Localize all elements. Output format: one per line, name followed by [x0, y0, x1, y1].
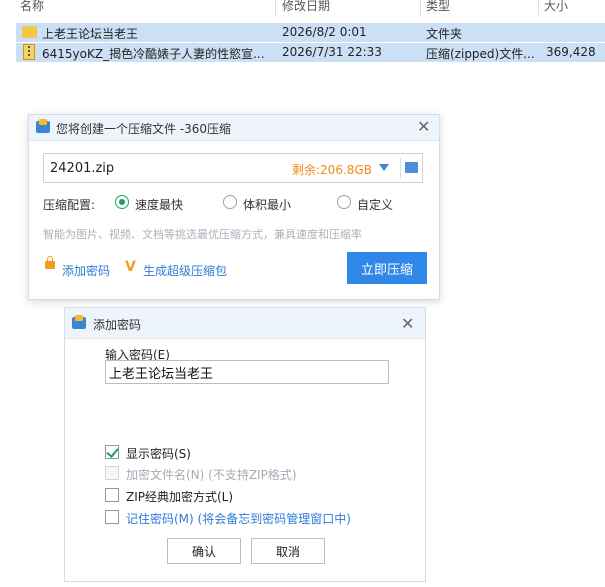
- ok-button[interactable]: 确认: [167, 538, 241, 564]
- zip-classic-encryption-checkbox[interactable]: [105, 488, 119, 502]
- file-list-header: 名称 修改日期 类型 大小: [0, 0, 605, 15]
- file-type: 压缩(zipped)文件...: [426, 47, 535, 61]
- file-modified: 2026/8/2 0:01: [282, 25, 367, 39]
- column-divider[interactable]: [275, 0, 276, 15]
- file-name: 上老王论坛当老王: [42, 27, 139, 41]
- radio-smallest[interactable]: [223, 195, 237, 209]
- encrypt-filenames-label: 加密文件名(N) (不支持ZIP格式): [126, 468, 297, 482]
- cancel-button[interactable]: 取消: [251, 538, 325, 564]
- folder-icon: [22, 26, 37, 38]
- encrypt-filenames-checkbox: [105, 466, 119, 480]
- radio-smallest-label[interactable]: 体积最小: [243, 196, 291, 213]
- dialog-title-bar[interactable]: 添加密码 ✕: [65, 308, 425, 339]
- file-row-zip[interactable]: 6415yoKZ_揭色冷酷婊子人妻的性慾宣... 2026/7/31 22:33…: [16, 43, 605, 62]
- column-type[interactable]: 类型: [426, 0, 450, 15]
- disk-space-remaining: 剩余:206.8GB: [292, 163, 372, 177]
- lock-icon[interactable]: [45, 256, 55, 269]
- file-name: 6415yoKZ_揭色冷酷婊子人妻的性慾宣...: [42, 47, 265, 61]
- radio-fastest[interactable]: [115, 195, 129, 209]
- radio-custom-label[interactable]: 自定义: [357, 196, 393, 213]
- file-row-folder[interactable]: 上老王论坛当老王 2026/8/2 0:01 文件夹: [16, 23, 605, 42]
- divider: [400, 158, 401, 179]
- column-divider[interactable]: [538, 0, 539, 15]
- column-size[interactable]: 大小: [544, 0, 568, 15]
- column-divider[interactable]: [420, 0, 421, 15]
- remember-password-label[interactable]: 记住密码(M) (将会备忘到密码管理窗口中): [126, 510, 351, 527]
- archive-path-field[interactable]: 24201.zip 剩余:206.8GB: [43, 153, 423, 183]
- show-password-label[interactable]: 显示密码(S): [126, 445, 191, 462]
- dropdown-arrow-icon[interactable]: [379, 164, 389, 171]
- close-icon[interactable]: ✕: [417, 119, 430, 135]
- file-type: 文件夹: [426, 27, 463, 41]
- zip-classic-encryption-label[interactable]: ZIP经典加密方式(L): [126, 488, 233, 505]
- radio-custom[interactable]: [337, 195, 351, 209]
- close-icon[interactable]: ✕: [401, 316, 414, 332]
- 360-zip-app-icon: [36, 119, 50, 133]
- column-modified[interactable]: 修改日期: [282, 0, 330, 15]
- show-password-checkbox[interactable]: [105, 445, 119, 459]
- dialog-title: 您将创建一个压缩文件 -360压缩: [56, 122, 232, 136]
- compress-dialog: 您将创建一个压缩文件 -360压缩 ✕ 24201.zip 剩余:206.8GB…: [28, 114, 440, 300]
- password-input[interactable]: [105, 360, 389, 384]
- dialog-title: 添加密码: [93, 318, 142, 332]
- compress-config-label: 压缩配置:: [43, 198, 96, 212]
- v-badge-icon[interactable]: V: [125, 259, 136, 275]
- zip-file-icon: [23, 44, 35, 60]
- remember-password-checkbox[interactable]: [105, 510, 119, 524]
- radio-fastest-label[interactable]: 速度最快: [135, 196, 183, 213]
- dialog-title-bar[interactable]: 您将创建一个压缩文件 -360压缩 ✕: [29, 115, 439, 141]
- password-dialog: 添加密码 ✕ 输入密码(E) 显示密码(S) 加密文件名(N) (不支持ZIP格…: [64, 307, 426, 582]
- compress-hint: 智能为图片、视频、文档等挑选最优压缩方式，兼具速度和压缩率: [43, 228, 362, 241]
- file-modified: 2026/7/31 22:33: [282, 45, 382, 59]
- file-size: 369,428: [546, 45, 596, 59]
- archive-filename[interactable]: 24201.zip: [50, 161, 114, 176]
- compress-now-button[interactable]: 立即压缩: [347, 252, 427, 284]
- 360-zip-app-icon: [72, 315, 86, 329]
- column-name[interactable]: 名称: [20, 0, 44, 15]
- add-password-link[interactable]: 添加密码: [62, 262, 110, 279]
- super-archive-link[interactable]: 生成超级压缩包: [143, 262, 227, 279]
- browse-folder-icon[interactable]: [405, 162, 418, 173]
